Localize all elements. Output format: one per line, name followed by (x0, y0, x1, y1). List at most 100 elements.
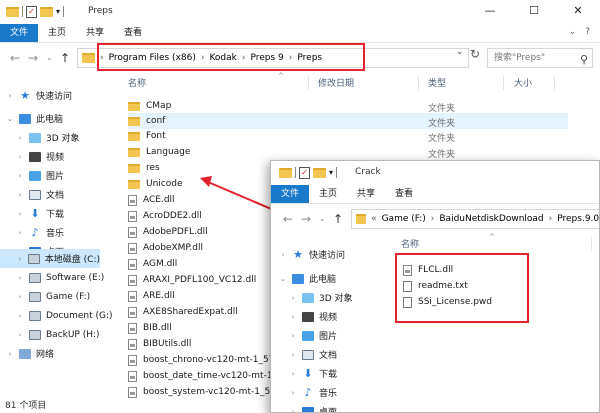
up-icon[interactable]: ↑ (333, 212, 343, 226)
column-divider[interactable] (554, 76, 555, 90)
sidebar-item-music[interactable]: › ♪ 音乐 (271, 383, 337, 402)
chevron-right-icon[interactable]: › (6, 92, 14, 100)
sidebar-item-music[interactable]: › ♪ 音乐 (0, 223, 64, 242)
chevron-right-icon[interactable]: › (16, 134, 24, 142)
column-divider[interactable] (308, 76, 309, 90)
breadcrumb-item[interactable]: BaiduNetdiskDownload (439, 214, 543, 224)
sidebar-item-3d-objects[interactable]: › 3D 对象 (0, 128, 80, 147)
sidebar-item-quick-access[interactable]: › ★ 快速访问 (271, 245, 345, 264)
file-row[interactable]: BIB.dll (128, 320, 172, 336)
sidebar-item-downloads[interactable]: › ⬇ 下载 (271, 364, 337, 383)
file-row[interactable]: ACE.dll (128, 192, 175, 208)
recent-locations-icon[interactable]: ⌄ (46, 53, 53, 62)
file-row[interactable]: AGM.dll (128, 256, 177, 272)
tab-view[interactable]: 查看 (114, 24, 152, 42)
sidebar-item-videos[interactable]: › 视频 (0, 147, 64, 166)
column-header-modified[interactable]: 修改日期 (318, 74, 354, 94)
sidebar-item-drive-c[interactable]: › 本地磁盘 (C:) (0, 249, 100, 268)
file-row[interactable]: boost_date_time-vc120-mt-1_5 (128, 368, 283, 384)
file-row[interactable]: AdobeXMP.dll (128, 240, 203, 256)
sidebar-item-network[interactable]: › 网络 (0, 344, 54, 363)
properties-icon[interactable]: ✓ (299, 166, 310, 179)
breadcrumb-item[interactable]: Preps.9.0. (557, 214, 599, 224)
breadcrumb-separator[interactable]: › (431, 214, 435, 224)
maximize-button[interactable]: ☐ (512, 0, 556, 24)
address-dropdown-icon[interactable]: ⌄ (456, 47, 464, 57)
tab-view[interactable]: 查看 (385, 185, 423, 203)
chevron-right-icon[interactable]: › (16, 210, 24, 218)
column-header-type[interactable]: 类型 (428, 74, 446, 94)
file-row[interactable]: boost_chrono-vc120-mt-1_57. (128, 352, 277, 368)
search-input[interactable]: 搜索"Preps" ⚲ (487, 48, 593, 68)
column-header-size[interactable]: 大小 (514, 74, 532, 94)
back-icon[interactable]: ← (10, 51, 20, 65)
chevron-right-icon[interactable]: › (289, 313, 297, 321)
chevron-right-icon[interactable]: › (16, 274, 24, 282)
sidebar-item-drive-e[interactable]: › Software (E:) (0, 268, 104, 287)
chevron-right-icon[interactable]: › (289, 332, 297, 340)
folder-row-cmap[interactable]: CMap (128, 98, 568, 114)
chevron-right-icon[interactable]: › (289, 370, 297, 378)
chevron-right-icon[interactable]: › (16, 312, 24, 320)
folder-row-font[interactable]: Font (128, 128, 568, 144)
sidebar-item-pictures[interactable]: › 图片 (0, 166, 64, 185)
sidebar-item-pictures[interactable]: › 图片 (271, 326, 337, 345)
chevron-right-icon[interactable]: › (16, 153, 24, 161)
chevron-right-icon[interactable]: › (16, 331, 24, 339)
column-header-name[interactable]: 名称 (401, 235, 419, 255)
forward-icon[interactable]: → (28, 51, 38, 65)
help-icon[interactable]: ? (585, 27, 590, 37)
chevron-right-icon[interactable]: › (289, 294, 297, 302)
sidebar-item-downloads[interactable]: › ⬇ 下载 (0, 204, 64, 223)
sidebar-item-this-pc[interactable]: ⌄ 此电脑 (271, 269, 336, 288)
chevron-right-icon[interactable]: › (16, 172, 24, 180)
breadcrumb-overflow-icon[interactable]: « (371, 214, 377, 224)
column-divider[interactable] (591, 237, 592, 251)
tab-file[interactable]: 文件 (0, 24, 39, 42)
recent-locations-icon[interactable]: ⌄ (319, 214, 326, 223)
file-row[interactable]: AcroDDE2.dll (128, 208, 202, 224)
file-row[interactable]: ARAXI_PDFL100_VC12.dll (128, 272, 256, 288)
chevron-right-icon[interactable]: › (6, 350, 14, 358)
sidebar-item-this-pc[interactable]: ⌄ 此电脑 (0, 109, 63, 128)
sidebar-item-desktop[interactable]: › 桌面 (271, 402, 337, 413)
minimize-button[interactable]: — (468, 0, 512, 24)
file-row[interactable]: BIBUtils.dll (128, 336, 191, 352)
chevron-right-icon[interactable]: › (16, 191, 24, 199)
new-folder-icon[interactable] (313, 167, 326, 178)
chevron-right-icon[interactable]: › (16, 255, 23, 263)
tab-share[interactable]: 共享 (347, 185, 385, 203)
sidebar-item-videos[interactable]: › 视频 (271, 307, 337, 326)
sidebar-item-drive-h[interactable]: › BackUP (H:) (0, 325, 100, 344)
chevron-right-icon[interactable]: › (289, 408, 297, 413)
tab-share[interactable]: 共享 (76, 24, 114, 42)
sidebar-item-quick-access[interactable]: › ★ 快速访问 (0, 86, 72, 105)
close-button[interactable]: ✕ (556, 0, 600, 24)
chevron-down-icon[interactable]: ⌄ (279, 275, 287, 283)
file-row[interactable]: ARE.dll (128, 288, 175, 304)
tab-file[interactable]: 文件 (271, 185, 310, 203)
folder-row-res[interactable]: res (128, 160, 268, 176)
back-icon[interactable]: ← (283, 212, 293, 226)
column-divider[interactable] (418, 76, 419, 90)
column-header-name[interactable]: 名称 (128, 74, 146, 94)
chevron-right-icon[interactable]: › (289, 389, 297, 397)
expand-ribbon-icon[interactable]: ⌄ (569, 27, 577, 37)
customize-toolbar-icon[interactable]: ▾ (329, 168, 333, 177)
file-row[interactable]: AdobePDFL.dll (128, 224, 208, 240)
chevron-right-icon[interactable]: › (16, 293, 24, 301)
breadcrumb-separator[interactable]: › (549, 214, 553, 224)
address-bar[interactable]: « Game (F:) › BaiduNetdiskDownload › Pre… (351, 209, 599, 229)
tab-home[interactable]: 主页 (38, 24, 76, 42)
customize-toolbar-icon[interactable]: ▾ (56, 7, 60, 16)
file-row[interactable]: AXE8SharedExpat.dll (128, 304, 238, 320)
sidebar-item-3d-objects[interactable]: › 3D 对象 (271, 288, 353, 307)
sidebar-item-drive-g[interactable]: › Document (G:) (0, 306, 113, 325)
column-divider[interactable] (503, 76, 504, 90)
sidebar-item-documents[interactable]: › 文档 (0, 185, 64, 204)
new-folder-icon[interactable] (40, 6, 53, 17)
up-icon[interactable]: ↑ (60, 51, 70, 65)
chevron-right-icon[interactable]: › (289, 351, 297, 359)
file-row[interactable]: boost_system-vc120-mt-1_57. (128, 384, 279, 400)
properties-icon[interactable]: ✓ (26, 5, 37, 18)
